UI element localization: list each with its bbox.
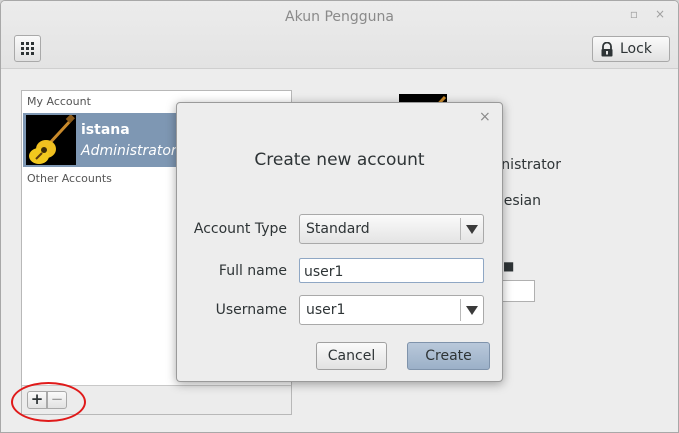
create-button[interactable]: Create xyxy=(407,342,490,370)
dialog-title: Create new account xyxy=(254,150,425,170)
other-accounts-header: Other Accounts xyxy=(27,172,112,185)
lock-label: Lock xyxy=(620,41,652,57)
guitar-avatar-icon xyxy=(26,114,76,165)
full-name-input[interactable] xyxy=(299,258,484,283)
grid-icon xyxy=(21,42,34,55)
account-type-select[interactable]: Standard xyxy=(299,214,484,244)
lock-icon xyxy=(601,42,613,57)
username-combo[interactable]: user1 xyxy=(299,295,484,325)
account-role: Administrator xyxy=(81,143,177,159)
cancel-button[interactable]: Cancel xyxy=(316,342,387,370)
full-name-label: Full name xyxy=(218,263,287,279)
lock-button[interactable]: Lock xyxy=(592,36,670,62)
username-value: user1 xyxy=(306,302,346,318)
minimize-button[interactable]: ▫ xyxy=(627,7,641,21)
account-type-label: Account Type xyxy=(193,221,287,237)
window-title: Akun Pengguna xyxy=(285,9,394,25)
remove-account-button[interactable]: − xyxy=(47,391,67,409)
my-account-header: My Account xyxy=(27,95,91,108)
add-account-button[interactable]: + xyxy=(27,391,47,409)
dialog-close-button[interactable]: × xyxy=(479,109,491,125)
combo-separator xyxy=(460,218,461,240)
chevron-down-icon xyxy=(466,225,478,234)
detail-password-dots[interactable]: ■ xyxy=(503,259,517,273)
apps-menu-button[interactable] xyxy=(14,35,41,62)
title-bar: Akun Pengguna ▫ × Lock xyxy=(1,1,678,69)
combo-separator xyxy=(460,299,461,321)
close-window-button[interactable]: × xyxy=(653,7,667,21)
account-type-value: Standard xyxy=(306,221,370,237)
username-label: Username xyxy=(215,302,287,318)
chevron-down-icon xyxy=(466,306,478,315)
account-list-toolbar: + − xyxy=(22,385,291,414)
create-account-dialog: × Create new account Account Type Standa… xyxy=(176,102,503,382)
account-name: istana xyxy=(81,122,130,138)
